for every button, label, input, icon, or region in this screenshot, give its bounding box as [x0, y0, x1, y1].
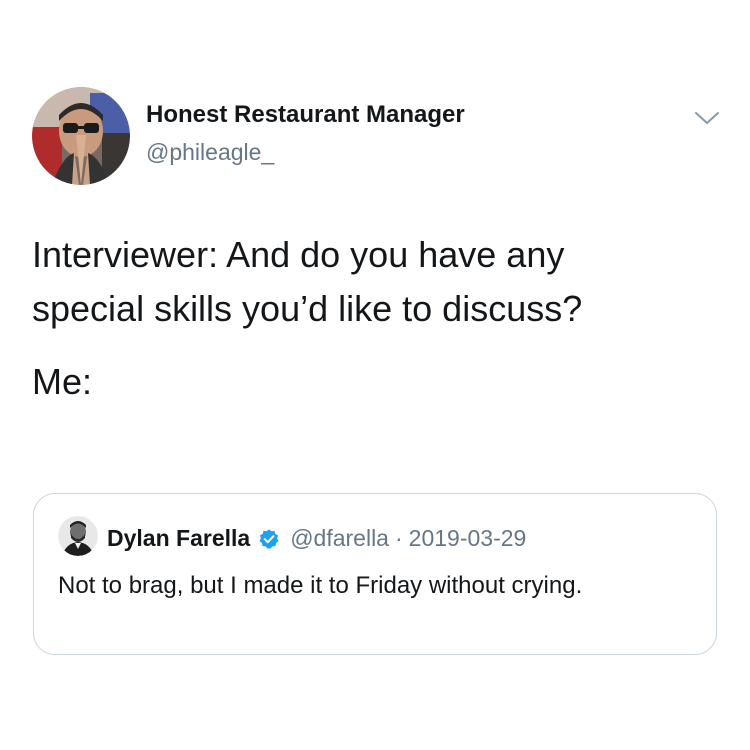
quoted-author-avatar[interactable] — [58, 516, 98, 556]
author-handle[interactable]: @phileagle_ — [146, 139, 274, 166]
tweet-text-line: special skills you’d like to discuss? — [32, 288, 583, 329]
author-name[interactable]: Honest Restaurant Manager — [146, 101, 465, 129]
verified-badge-icon — [258, 528, 280, 550]
header-separator: · — [394, 525, 403, 551]
quoted-author-handle[interactable]: @dfarella — [290, 525, 389, 552]
quoted-tweet-text: Not to brag, but I made it to Friday wit… — [58, 572, 583, 599]
tweet-text-line: Me: — [32, 361, 93, 402]
author-avatar[interactable] — [32, 87, 130, 185]
tweet-card: Honest Restaurant Manager @phileagle_ In… — [0, 0, 750, 750]
quoted-tweet[interactable]: Dylan Farella @dfarella · 2019-03-29 Not… — [33, 493, 717, 655]
quoted-author-name[interactable]: Dylan Farella — [107, 525, 250, 552]
tweet-text: Interviewer: And do you have any special… — [32, 228, 722, 409]
chevron-down-icon[interactable] — [692, 106, 722, 130]
quoted-tweet-header: Dylan Farella @dfarella · 2019-03-29 — [107, 525, 526, 552]
tweet-text-line: Interviewer: And do you have any — [32, 234, 565, 275]
quoted-tweet-date[interactable]: 2019-03-29 — [409, 525, 527, 552]
